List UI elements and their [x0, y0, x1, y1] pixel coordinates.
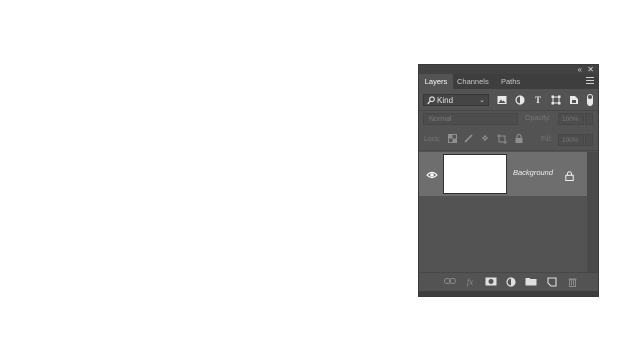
lock-all-icon[interactable]	[514, 133, 524, 144]
collapse-panel-icon[interactable]: «	[578, 65, 582, 74]
blend-mode-select[interactable]: Normal	[423, 113, 518, 125]
lock-label: Lock:	[424, 136, 441, 143]
panel-footer	[419, 291, 598, 296]
divider	[419, 150, 598, 151]
fill-chevron[interactable]	[585, 134, 593, 146]
filter-kind-select[interactable]: Kind ⌄	[423, 94, 489, 106]
layer-row-background[interactable]: Background	[419, 152, 587, 196]
filter-row: Kind ⌄ T	[419, 91, 598, 109]
fill-field[interactable]: 100%	[558, 134, 584, 146]
visibility-eye-icon[interactable]	[426, 168, 438, 180]
type-layer-filter-icon[interactable]: T	[533, 95, 543, 105]
chevron-down-icon: ⌄	[479, 97, 485, 104]
layer-thumbnail[interactable]	[443, 154, 507, 194]
new-layer-icon[interactable]	[546, 277, 558, 288]
shape-layer-filter-icon[interactable]	[551, 95, 561, 105]
lock-image-pixels-icon[interactable]	[463, 134, 473, 144]
adjustment-layer-filter-icon[interactable]	[515, 95, 525, 105]
link-layers-icon[interactable]	[444, 277, 456, 288]
lock-transparent-pixels-icon[interactable]	[447, 134, 457, 144]
divider	[419, 110, 598, 111]
opacity-field[interactable]: 100%	[558, 113, 584, 125]
opacity-chevron[interactable]	[585, 113, 593, 125]
search-icon	[427, 96, 435, 109]
layers-scrollbar[interactable]	[587, 152, 598, 273]
adjustment-layer-icon[interactable]	[505, 277, 517, 288]
filter-toggle-switch[interactable]	[587, 94, 593, 106]
blend-row: Normal Opacity: 100%	[419, 112, 598, 126]
pixel-layer-filter-icon[interactable]	[497, 95, 507, 105]
panel-tab-bar: Layers Channels Paths	[419, 74, 598, 89]
layers-panel: « ✕ Layers Channels Paths Kind ⌄ T Norma…	[419, 65, 598, 296]
add-mask-icon[interactable]	[485, 277, 497, 288]
tab-channels[interactable]: Channels	[457, 74, 489, 89]
lock-row: Lock: ✥ Fill: 100%	[419, 133, 598, 147]
opacity-label: Opacity:	[525, 115, 551, 122]
lock-position-icon[interactable]: ✥	[480, 134, 490, 144]
layer-name[interactable]: Background	[513, 166, 553, 180]
fill-label: Fill:	[541, 136, 552, 143]
close-panel-icon[interactable]: ✕	[587, 65, 594, 74]
panel-menu-icon[interactable]	[586, 77, 594, 85]
tab-paths[interactable]: Paths	[501, 74, 520, 89]
smart-object-filter-icon[interactable]	[569, 95, 579, 105]
filter-kind-label: Kind	[437, 96, 454, 105]
lock-artboard-icon[interactable]	[497, 134, 507, 144]
fx-icon[interactable]: fx	[464, 277, 476, 288]
layer-lock-icon	[565, 168, 575, 181]
layers-bottom-toolbar: fx	[419, 272, 598, 291]
panel-title-bar: « ✕	[419, 65, 598, 74]
delete-layer-icon[interactable]	[566, 277, 578, 288]
new-group-icon[interactable]	[525, 277, 537, 288]
tab-layers[interactable]: Layers	[419, 74, 453, 89]
